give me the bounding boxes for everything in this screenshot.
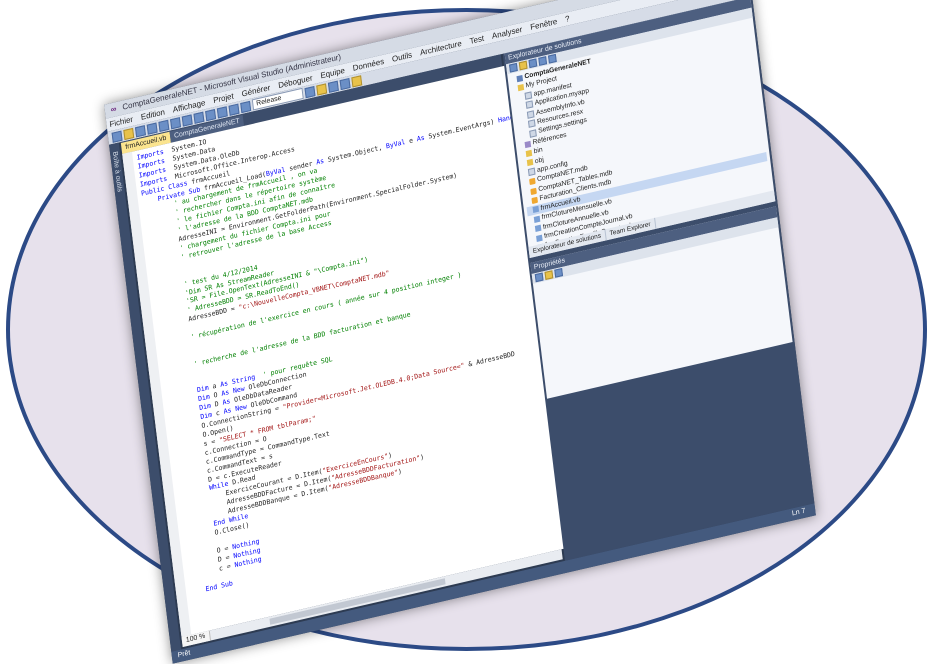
toolbox-icon[interactable] xyxy=(339,77,351,90)
form-icon xyxy=(532,206,540,214)
form-icon xyxy=(534,224,542,233)
categorized-icon[interactable] xyxy=(534,272,544,283)
properties-icon[interactable] xyxy=(327,80,339,93)
folder-icon xyxy=(517,84,525,92)
open-folder-icon[interactable] xyxy=(123,127,135,140)
save-all-icon[interactable] xyxy=(146,121,158,135)
new-project-icon[interactable] xyxy=(111,130,123,143)
redo-icon[interactable] xyxy=(205,108,217,121)
paste-icon[interactable] xyxy=(181,113,193,127)
alphabetical-icon[interactable] xyxy=(544,270,554,280)
object-browser-icon[interactable] xyxy=(351,74,363,87)
code-token: ) xyxy=(419,453,425,462)
code-editor[interactable]: Imports System.IO Imports System.Data Impo… xyxy=(122,64,572,638)
database-icon xyxy=(530,187,537,195)
navigate-back-icon[interactable] xyxy=(216,105,228,119)
navigate-forward-icon[interactable] xyxy=(228,103,240,116)
form-icon xyxy=(536,234,543,242)
save-icon[interactable] xyxy=(134,124,146,137)
references-icon xyxy=(524,140,532,148)
database-icon xyxy=(529,177,536,186)
undo-icon[interactable] xyxy=(193,111,205,124)
solution-explorer-icon[interactable] xyxy=(316,82,328,96)
code-token: ) xyxy=(397,467,403,477)
code-text[interactable]: Imports System.IO Imports System.Data Impo… xyxy=(132,64,571,599)
project-icon xyxy=(516,74,524,82)
vs-logo-icon: ∞ xyxy=(110,104,117,115)
folder-icon xyxy=(526,159,534,167)
cut-icon[interactable] xyxy=(158,119,170,132)
copy-icon[interactable] xyxy=(169,116,181,129)
folder-icon xyxy=(525,149,533,158)
find-icon[interactable] xyxy=(304,85,316,98)
code-token: ) xyxy=(387,451,393,461)
start-debug-icon[interactable] xyxy=(240,100,252,113)
form-icon xyxy=(533,215,541,223)
menu-item-help[interactable]: ? xyxy=(562,13,573,24)
property-pages-icon[interactable] xyxy=(554,267,564,278)
database-icon xyxy=(531,196,539,205)
status-text: Prêt xyxy=(177,649,191,660)
